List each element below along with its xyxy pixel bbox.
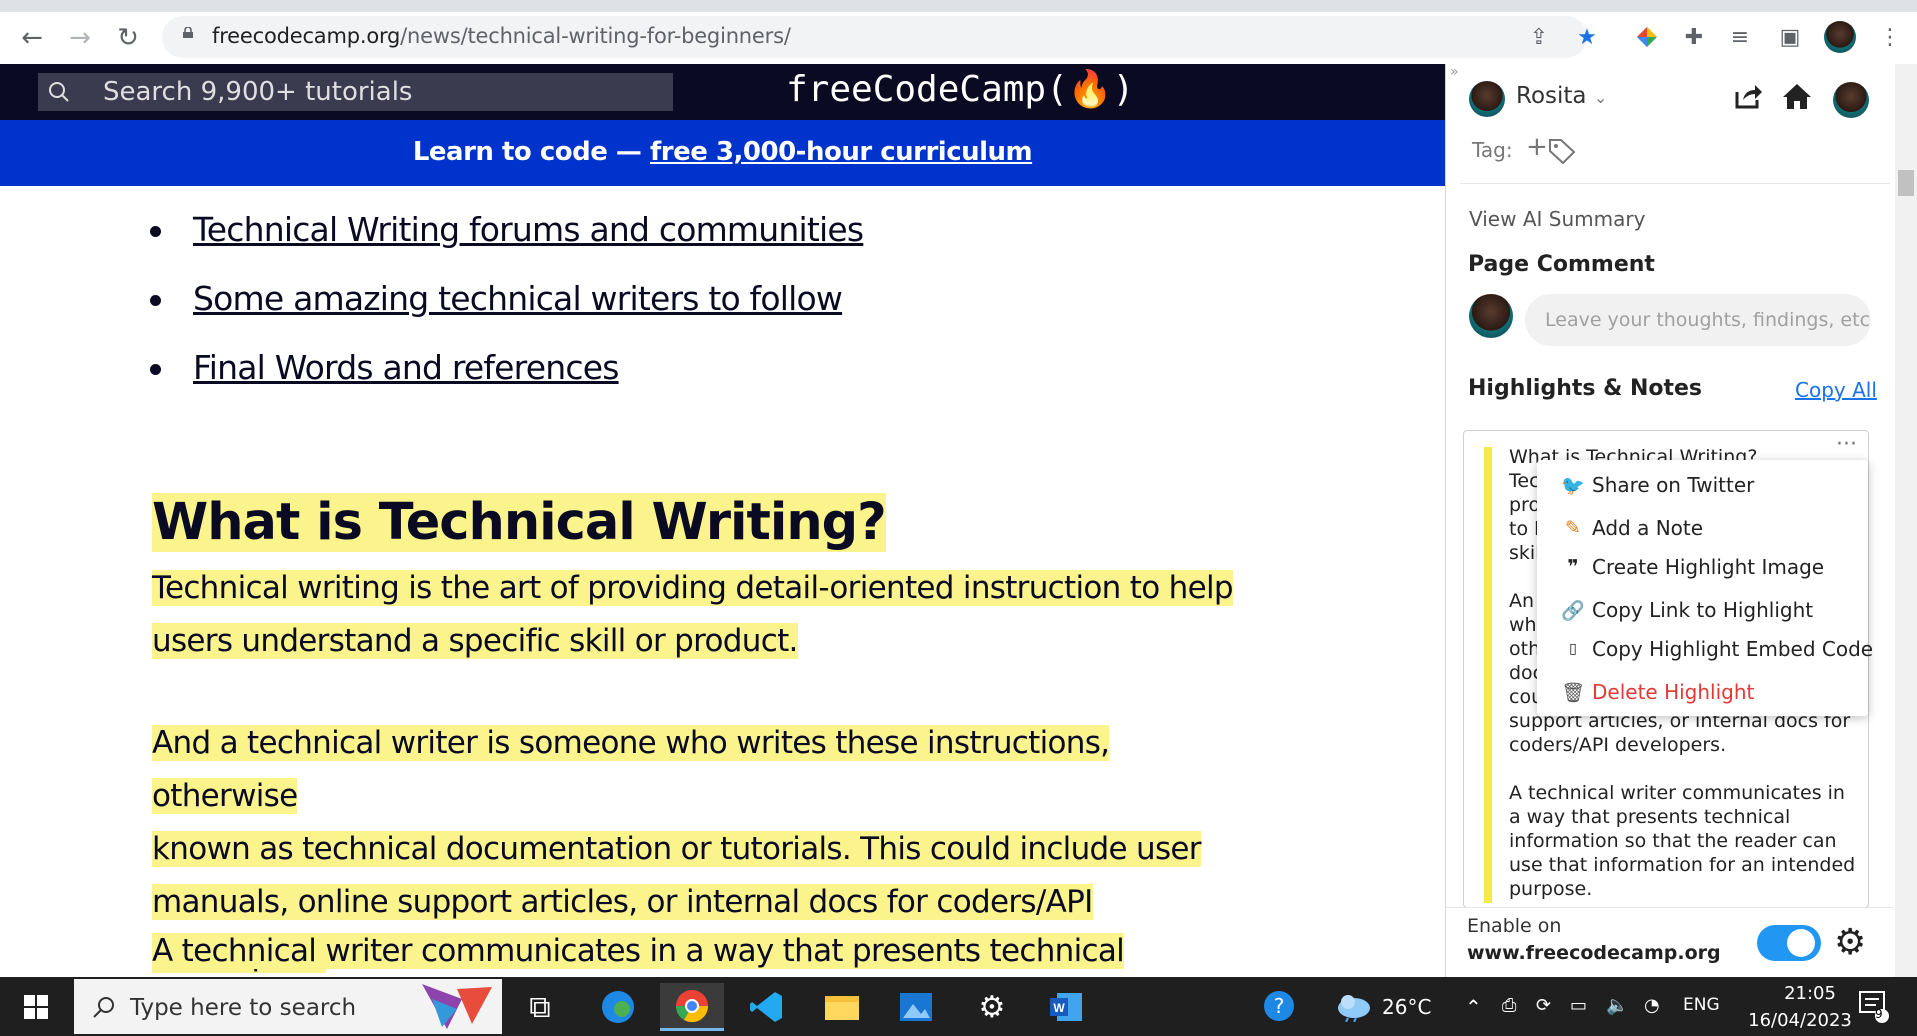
reload-icon[interactable]: ↻ — [112, 22, 144, 54]
user-avatar — [1469, 81, 1505, 117]
language-indicator[interactable]: ENG — [1683, 995, 1720, 1015]
home-icon[interactable] — [1782, 82, 1812, 110]
puzzle-extensions-icon[interactable]: ✚ — [1677, 20, 1711, 54]
menu-add-note[interactable]: ✎ Add a Note — [1560, 516, 1703, 540]
wifi-icon[interactable]: ◔ — [1644, 995, 1660, 1016]
windows-logo-icon — [24, 994, 48, 1019]
tag-icon[interactable] — [1548, 138, 1576, 164]
toggle-knob[interactable] — [1787, 929, 1815, 957]
highlights-notes-title: Highlights & Notes — [1468, 376, 1703, 401]
tray-device-icon[interactable]: ⎙ — [1502, 995, 1516, 1016]
toc-item: Some amazing technical writers to follow — [150, 279, 843, 318]
side-panel-icon[interactable]: ▣ — [1773, 20, 1807, 54]
menu-delete-highlight[interactable]: 🗑 Delete Highlight — [1560, 680, 1754, 704]
article-paragraph-1: Technical writing is the art of providin… — [152, 570, 1234, 659]
page-comment-title: Page Comment — [1468, 252, 1655, 277]
card-more-icon[interactable]: ··· — [1836, 432, 1857, 457]
link-icon: 🔗 — [1561, 599, 1585, 622]
highlight-context-menu — [1537, 460, 1868, 716]
sidebar-scrollbar[interactable] — [1895, 64, 1917, 977]
word-icon[interactable]: W — [1034, 983, 1098, 1031]
url-text[interactable]: freecodecamp.org/news/technical-writing-… — [212, 20, 791, 52]
task-view-icon[interactable]: ⧉ — [508, 983, 572, 1031]
account-avatar[interactable] — [1833, 82, 1869, 118]
menu-copy-embed[interactable]: ▯ Copy Highlight Embed Code — [1560, 637, 1873, 661]
start-button[interactable] — [0, 977, 72, 1036]
clock-date[interactable]: 16/04/2023 — [1740, 1010, 1860, 1031]
article-paragraph-3: A technical writer communicates in a way… — [152, 933, 1125, 969]
svg-text:W: W — [1053, 1001, 1065, 1015]
chevron-down-icon: ⌄ — [1593, 88, 1608, 107]
embed-icon: ▯ — [1569, 641, 1577, 657]
extension-logo-icon[interactable] — [1630, 20, 1664, 54]
profile-avatar[interactable] — [1824, 21, 1856, 53]
svg-text:?: ? — [1274, 994, 1285, 1018]
edge-icon[interactable] — [586, 983, 650, 1031]
banner-text: Learn to code — free 3,000-hour curricul… — [412, 137, 1033, 167]
vscode-icon[interactable] — [735, 983, 799, 1031]
weather-icon[interactable] — [1334, 990, 1374, 1027]
menu-share-twitter[interactable]: 🐦 Share on Twitter — [1560, 473, 1754, 497]
toc-link-writers[interactable]: Some amazing technical writers to follow — [193, 279, 843, 318]
toc-link-final-words[interactable]: Final Words and references — [193, 348, 619, 387]
photos-icon[interactable] — [884, 983, 948, 1031]
view-ai-summary-link[interactable]: View AI Summary — [1469, 207, 1645, 231]
forward-icon[interactable]: → — [64, 22, 96, 54]
notification-center-icon[interactable] — [1858, 990, 1890, 1029]
menu-copy-link[interactable]: 🔗 Copy Link to Highlight — [1560, 598, 1813, 622]
menu-create-image[interactable]: ❞ Create Highlight Image — [1560, 555, 1824, 579]
notification-count-badge: 9 — [1875, 1007, 1883, 1021]
scrollbar-thumb[interactable] — [1898, 170, 1914, 196]
toc-item: Final Words and references — [150, 348, 619, 387]
search-icon — [49, 82, 69, 102]
clock-time[interactable]: 21:05 — [1760, 983, 1860, 1004]
back-icon[interactable]: ← — [16, 22, 48, 54]
divider — [1460, 183, 1890, 184]
volume-icon[interactable]: 🔈 — [1606, 995, 1628, 1016]
enable-site-label: www.freecodecamp.org — [1467, 942, 1721, 964]
settings-gear-icon[interactable]: ⚙ — [1834, 922, 1866, 963]
share-export-icon[interactable] — [1733, 82, 1763, 110]
toc-item: Technical Writing forums and communities — [150, 210, 864, 249]
collapse-icon[interactable]: » — [1450, 64, 1459, 80]
user-name[interactable]: Rosita ⌄ — [1516, 83, 1607, 109]
share-icon[interactable]: ⇪ — [1522, 20, 1556, 54]
bookmark-star-icon[interactable]: ★ — [1570, 20, 1604, 54]
copy-all-link[interactable]: Copy All — [1795, 378, 1877, 402]
temperature[interactable]: 26°C — [1382, 995, 1431, 1019]
taskbar-search-placeholder[interactable]: Type here to search — [130, 995, 356, 1021]
bullet — [150, 226, 161, 237]
search-highlight-kite-icon — [422, 984, 492, 1029]
comment-avatar — [1469, 294, 1513, 338]
toc-link-forums[interactable]: Technical Writing forums and communities — [193, 210, 864, 249]
reading-list-icon[interactable]: ≡ — [1723, 20, 1757, 54]
settings-app-icon[interactable]: ⚙ — [960, 983, 1024, 1031]
twitter-icon: 🐦 — [1561, 474, 1585, 497]
article-heading: What is Technical Writing? — [152, 493, 887, 552]
trash-icon: 🗑 — [1560, 681, 1586, 704]
chrome-icon[interactable] — [660, 983, 724, 1031]
bullet — [150, 295, 161, 306]
quote-icon: ❞ — [1567, 556, 1579, 578]
page-comment-input[interactable] — [1525, 294, 1871, 346]
menu-kebab-icon[interactable]: ⋮ — [1873, 20, 1907, 54]
taskbar-search-icon — [93, 997, 114, 1018]
tag-label: Tag: — [1472, 138, 1513, 162]
bullet — [150, 364, 161, 375]
file-explorer-icon[interactable] — [810, 983, 874, 1031]
tray-chevron-up-icon[interactable]: ⌃ — [1465, 995, 1482, 1019]
lock-icon — [183, 27, 193, 38]
browser-tabstrip — [0, 0, 1917, 12]
fcc-logo[interactable]: freeCodeCamp(🔥) — [786, 68, 1134, 112]
pencil-icon: ✎ — [1565, 517, 1581, 539]
battery-icon[interactable]: ▭ — [1570, 995, 1587, 1016]
enable-on-label: Enable on — [1467, 915, 1562, 937]
curriculum-link[interactable]: free 3,000-hour curriculum — [650, 137, 1033, 167]
fcc-search-placeholder[interactable]: Search 9,900+ tutorials — [103, 76, 412, 108]
highlight-color-bar — [1484, 447, 1492, 903]
help-icon[interactable]: ? — [1262, 989, 1296, 1028]
tray-update-icon[interactable]: ⟳ — [1536, 995, 1551, 1016]
add-tag-icon[interactable]: + — [1526, 132, 1548, 162]
divider — [1446, 907, 1894, 908]
